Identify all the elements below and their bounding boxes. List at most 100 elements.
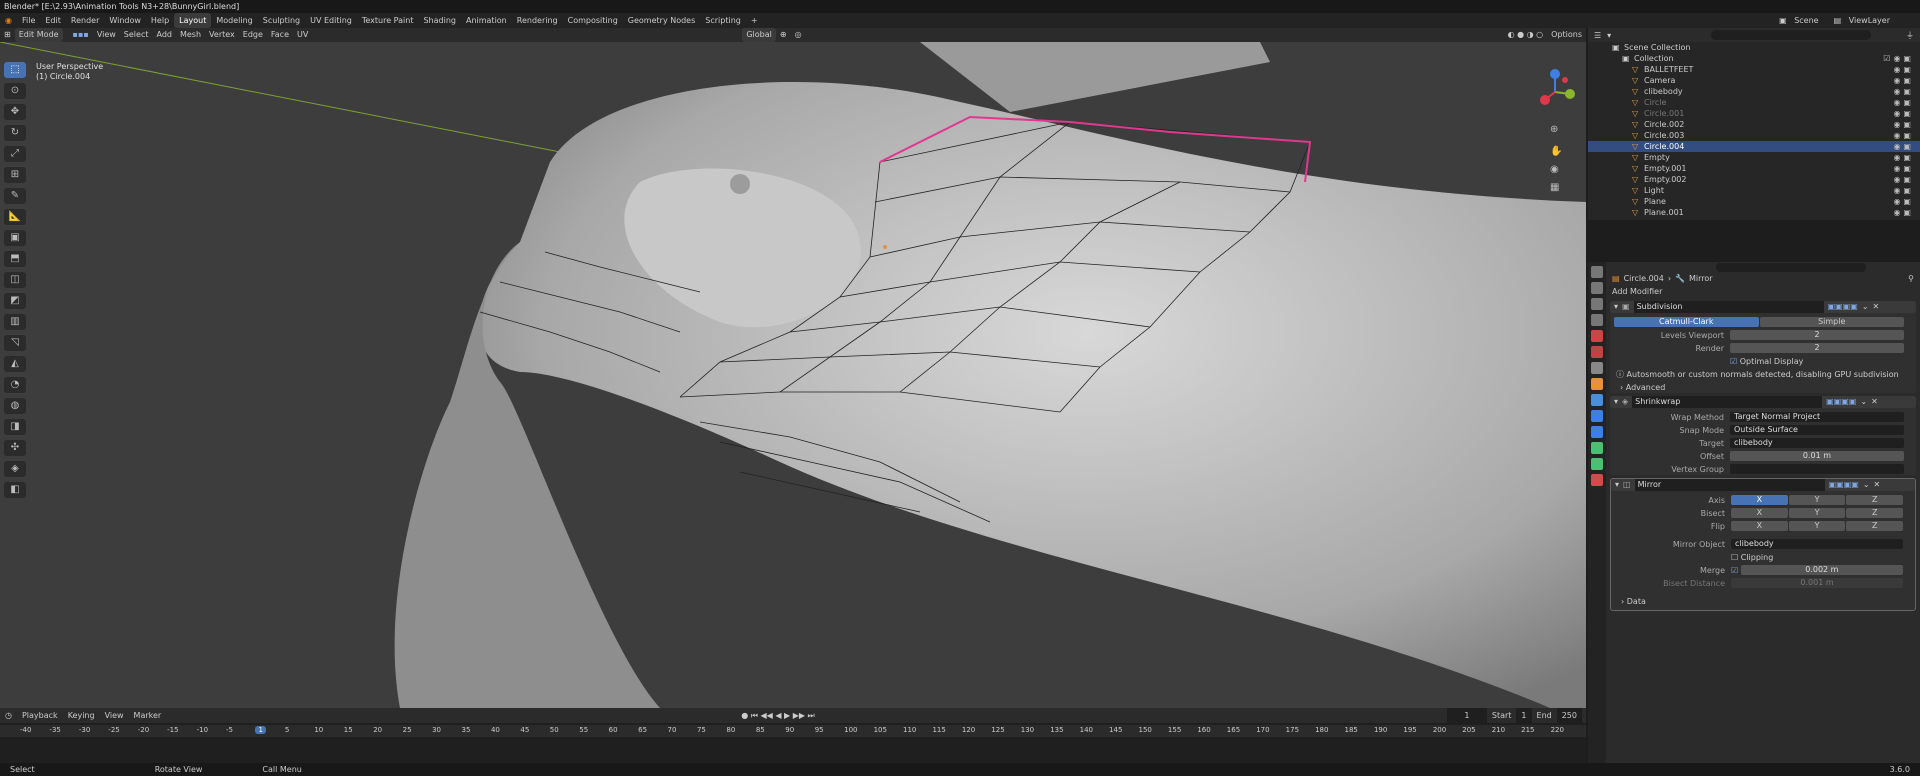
vertex-group-field[interactable] (1730, 464, 1904, 474)
face-menu[interactable]: Face (267, 28, 293, 42)
bevel-tool-icon[interactable]: ◩ (4, 293, 26, 309)
transform-tool-icon[interactable]: ⊞ (4, 167, 26, 183)
outliner[interactable]: ▣ Scene Collection ▣ Collection ☑◉▣ ▽ BALLET… (1588, 42, 1920, 220)
outliner-item[interactable]: ▽ Circle.002 ◉▣ (1588, 119, 1920, 130)
vertex-select-icon[interactable]: ▪▪▪ (69, 28, 93, 42)
snap-icon[interactable]: ⊕ (776, 28, 791, 42)
smooth-tool-icon[interactable]: ◍ (4, 398, 26, 414)
visibility-icons[interactable]: ◉▣ (1893, 207, 1914, 218)
subdivision-delete-icon[interactable]: ✕ (1873, 301, 1880, 313)
visibility-icons[interactable]: ◉▣ (1893, 163, 1914, 174)
tab-compositing[interactable]: Compositing (563, 13, 623, 28)
timeline-editor-icon[interactable]: ◷ (0, 708, 17, 723)
outliner-item[interactable]: ▽ Plane.001 ◉▣ (1588, 207, 1920, 218)
bisect-y-toggle[interactable]: Y (1788, 508, 1846, 518)
data-expander[interactable]: › Data (1621, 597, 1646, 606)
visibility-icons[interactable]: ◉▣ (1893, 152, 1914, 163)
transform-orientation[interactable]: Global (742, 28, 776, 42)
visibility-icons[interactable]: ◉▣ (1893, 86, 1914, 97)
edge-menu[interactable]: Edge (239, 28, 267, 42)
bisect-z-toggle[interactable]: Z (1846, 508, 1904, 518)
particles-tab-icon[interactable] (1591, 410, 1603, 422)
vertex-menu[interactable]: Vertex (205, 28, 239, 42)
add-modifier-button[interactable]: Add Modifier (1612, 287, 1662, 296)
properties-panel[interactable]: Add Modifier ▾ ▣ Subdivision ▣▣▣▣ ⌄ ✕ Ca… (1606, 284, 1920, 763)
outliner-item[interactable]: ▽ Empty.001 ◉▣ (1588, 163, 1920, 174)
tool-tab-icon[interactable] (1591, 266, 1603, 278)
shrinkwrap-name-field[interactable]: Shrinkwrap (1632, 396, 1823, 408)
outliner-item[interactable]: ▽ Circle.003 ◉▣ (1588, 130, 1920, 141)
frame-ruler[interactable]: -40 -35 -30 -25 -20 -15 -10 -5 1 5 10 15 20 25 30 35 40 4… (0, 725, 1586, 737)
outliner-item[interactable]: ▽ Circle.004 ◉▣ (1588, 141, 1920, 152)
tab-scripting[interactable]: Scripting (700, 13, 746, 28)
mirror-name-field[interactable]: Mirror (1634, 479, 1825, 491)
rotate-tool-icon[interactable]: ↻ (4, 125, 26, 141)
render-levels-field[interactable]: 2 (1730, 343, 1904, 353)
visibility-icons[interactable]: ☑◉▣ (1883, 53, 1914, 64)
current-frame-field[interactable]: 1 (1446, 708, 1487, 723)
editor-type-icon[interactable]: ⊞ (0, 28, 15, 42)
mirror-object-field[interactable]: clibebody (1731, 539, 1903, 549)
outliner-item[interactable]: ▽ clibebody ◉▣ (1588, 86, 1920, 97)
menu-window[interactable]: Window (104, 13, 146, 28)
visibility-icons[interactable]: ◉▣ (1893, 64, 1914, 75)
visibility-icons[interactable]: ◉▣ (1893, 119, 1914, 130)
outliner-item[interactable]: ▽ Circle ◉▣ (1588, 97, 1920, 108)
menu-render[interactable]: Render (66, 13, 104, 28)
flip-x-toggle[interactable]: X (1731, 521, 1788, 531)
simple-button[interactable]: Simple (1759, 317, 1904, 327)
levels-viewport-field[interactable]: 2 (1730, 330, 1904, 340)
axis-z-toggle[interactable]: Z (1846, 495, 1904, 505)
outliner-search[interactable] (1711, 30, 1872, 40)
visibility-icons[interactable]: ◉▣ (1893, 97, 1914, 108)
tab-modeling[interactable]: Modeling (211, 13, 257, 28)
catmull-clark-button[interactable]: Catmull-Clark (1614, 317, 1759, 327)
world-tab-icon[interactable] (1591, 346, 1603, 358)
mirror-menu-icon[interactable]: ⌄ (1863, 479, 1870, 491)
add-workspace-icon[interactable]: + (746, 13, 763, 28)
tab-sculpting[interactable]: Sculpting (258, 13, 305, 28)
end-frame-field[interactable]: 250 (1556, 708, 1582, 723)
outliner-item[interactable]: ▽ Light ◉▣ (1588, 185, 1920, 196)
modifier-tab-icon[interactable] (1591, 394, 1603, 406)
properties-search[interactable] (1716, 263, 1866, 272)
extrude-tool-icon[interactable]: ⬒ (4, 251, 26, 267)
tab-layout[interactable]: Layout (174, 13, 212, 28)
collapse-shrinkwrap-icon[interactable]: ▾ (1614, 396, 1618, 408)
menu-edit[interactable]: Edit (40, 13, 66, 28)
flip-z-toggle[interactable]: Z (1846, 521, 1904, 531)
view-layer-selector[interactable]: ▤ ViewLayer (1829, 13, 1900, 28)
outliner-editor-icon[interactable]: ☰ (1588, 31, 1607, 40)
start-frame-field[interactable]: 1 (1516, 708, 1532, 723)
collapse-mirror-icon[interactable]: ▾ (1615, 479, 1619, 491)
annotate-tool-icon[interactable]: ✎ (4, 188, 26, 204)
scene-tab-icon[interactable] (1591, 330, 1603, 342)
outliner-item[interactable]: ▽ Camera ◉▣ (1588, 75, 1920, 86)
shrinkwrap-toggles-icon[interactable]: ▣▣▣▣ (1826, 396, 1856, 408)
move-tool-icon[interactable]: ✥ (4, 104, 26, 120)
clipping-checkbox[interactable]: ☐ (1731, 553, 1738, 562)
data-tab-icon[interactable] (1591, 458, 1603, 470)
3d-viewport[interactable]: ⊕ ✋ ◉ ▦ (0, 42, 1586, 708)
mirror-delete-icon[interactable]: ✕ (1874, 479, 1881, 491)
measure-tool-icon[interactable]: 📐 (4, 209, 26, 225)
mirror-toggles-icon[interactable]: ▣▣▣▣ (1829, 479, 1859, 491)
options-menu[interactable]: Options (1547, 28, 1586, 42)
inset-tool-icon[interactable]: ◫ (4, 272, 26, 288)
bisect-distance-field[interactable]: 0.001 m (1731, 578, 1903, 588)
view-layer-tab-icon[interactable] (1591, 314, 1603, 326)
visibility-icons[interactable]: ◉▣ (1893, 141, 1914, 152)
edge-slide-tool-icon[interactable]: ◨ (4, 419, 26, 435)
scene-selector[interactable]: ▣ Scene (1774, 13, 1829, 28)
wrap-method-select[interactable]: Target Normal Project (1730, 412, 1904, 422)
flip-y-toggle[interactable]: Y (1788, 521, 1846, 531)
physics-tab-icon[interactable] (1591, 426, 1603, 438)
select-menu[interactable]: Select (120, 28, 153, 42)
add-menu[interactable]: Add (152, 28, 176, 42)
shading-modes-icon[interactable]: ◐ ● ◑ ○ (1504, 28, 1548, 42)
merge-distance-field[interactable]: 0.002 m (1740, 565, 1903, 575)
subdivision-name-field[interactable]: Subdivision (1633, 301, 1824, 313)
cursor-tool-icon[interactable]: ⊙ (4, 83, 26, 99)
knife-tool-icon[interactable]: ◹ (4, 335, 26, 351)
menu-file[interactable]: File (17, 13, 40, 28)
